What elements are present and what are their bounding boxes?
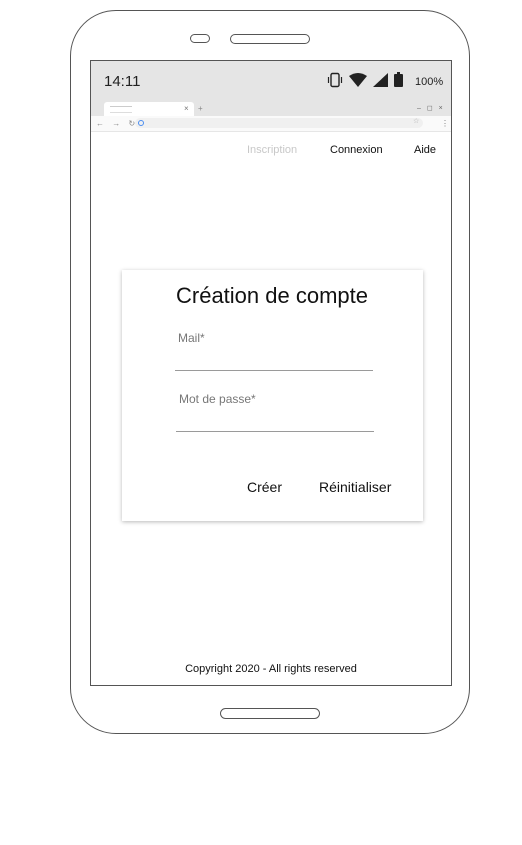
nav-connexion[interactable]: Connexion <box>330 144 383 156</box>
form-title: Création de compte <box>176 283 368 308</box>
browser-tab[interactable]: × <box>104 102 194 116</box>
wifi-icon <box>349 72 367 92</box>
battery-icon <box>394 72 403 92</box>
browser-menu-icon[interactable]: ⋮ <box>441 116 449 131</box>
google-icon <box>138 120 144 126</box>
window-controls[interactable]: – ◻ × <box>417 102 445 116</box>
earpiece-speaker <box>230 34 310 44</box>
password-underline <box>176 431 374 432</box>
close-tab-icon[interactable]: × <box>184 102 189 116</box>
home-button[interactable] <box>220 708 320 719</box>
vibrate-icon <box>327 72 343 93</box>
create-button[interactable]: Créer <box>247 479 282 495</box>
status-icons <box>327 72 403 93</box>
copyright-footer: Copyright 2020 - All rights reserved <box>185 663 357 675</box>
mail-label: Mail* <box>178 331 205 345</box>
signal-icon <box>373 72 388 92</box>
nav-inscription[interactable]: Inscription <box>247 144 297 156</box>
bookmark-star-icon[interactable]: ☆ <box>413 117 419 125</box>
password-label: Mot de passe* <box>179 392 256 406</box>
status-time: 14:11 <box>104 73 141 90</box>
password-input[interactable] <box>176 411 374 429</box>
nav-aide[interactable]: Aide <box>414 144 436 156</box>
browser-tabstrip: × + – ◻ × <box>91 101 451 116</box>
url-input[interactable]: ☆ <box>135 118 423 128</box>
browser-address-bar: ← → ↻ ☆ ⋮ <box>91 116 451 132</box>
phone-screen: 14:11 100% × + – ◻ × ← → ↻ ☆ ⋮ Inscripti… <box>90 60 452 686</box>
battery-percentage: 100% <box>415 76 444 88</box>
front-camera <box>190 34 210 43</box>
mail-underline <box>175 370 373 371</box>
browser-nav-icons[interactable]: ← → ↻ <box>96 116 138 131</box>
reset-button[interactable]: Réinitialiser <box>319 479 391 495</box>
tab-title-placeholder <box>110 106 132 113</box>
new-tab-icon[interactable]: + <box>198 102 203 116</box>
mail-input[interactable] <box>175 350 373 368</box>
status-bar: 14:11 100% <box>91 61 451 101</box>
signup-card: Création de compte Mail* Mot de passe* C… <box>122 270 423 521</box>
